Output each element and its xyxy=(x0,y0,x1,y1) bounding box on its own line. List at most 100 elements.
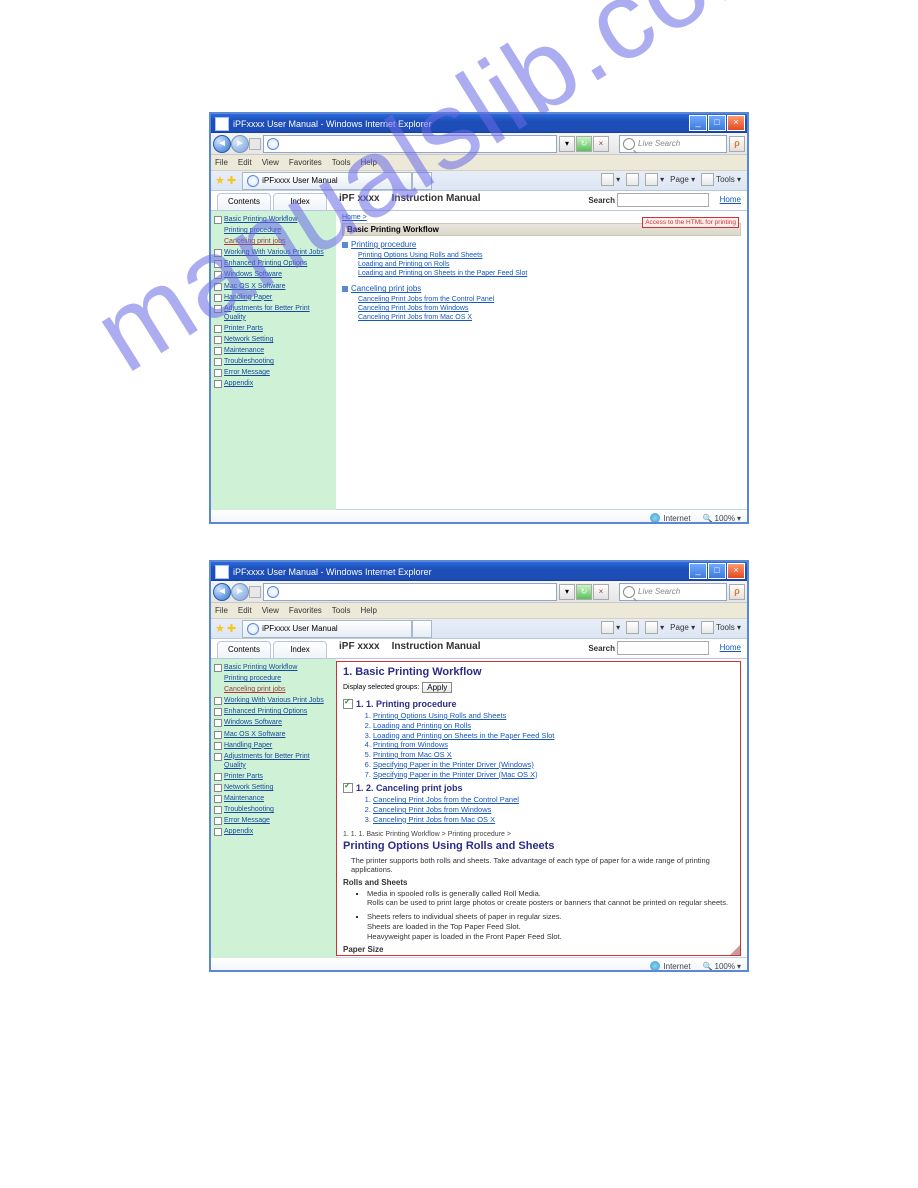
sidebar-item[interactable]: Adjustments for Better Print Quality xyxy=(214,304,333,322)
topic-link[interactable]: Specifying Paper in the Printer Driver (… xyxy=(373,760,734,770)
stop-button[interactable]: × xyxy=(593,136,609,152)
sidebar-item[interactable]: Troubleshooting xyxy=(214,357,333,366)
print-icon[interactable] xyxy=(645,173,658,186)
sidebar-item[interactable]: Maintenance xyxy=(214,794,333,803)
sidebar-item[interactable]: Canceling print jobs xyxy=(224,685,333,694)
menu-view[interactable]: View xyxy=(262,158,279,167)
topic-link[interactable]: Canceling Print Jobs from Mac OS X xyxy=(373,815,734,825)
tab-index[interactable]: Index xyxy=(273,193,327,210)
sidebar-item[interactable]: Enhanced Printing Options xyxy=(214,707,333,716)
home-link[interactable]: Home xyxy=(720,195,741,204)
topic-link[interactable]: Canceling Print Jobs from Mac OS X xyxy=(358,313,741,322)
checkbox-icon[interactable] xyxy=(343,783,353,793)
address-bar[interactable] xyxy=(263,583,557,601)
sidebar-item[interactable]: Working With Various Print Jobs xyxy=(214,696,333,705)
sidebar-item[interactable]: Error Message xyxy=(214,368,333,377)
topic-link[interactable]: Loading and Printing on Rolls xyxy=(373,721,734,731)
topic-link[interactable]: Printing from Mac OS X xyxy=(373,750,734,760)
apply-button[interactable]: Apply xyxy=(422,682,452,693)
refresh-button[interactable]: ↻ xyxy=(576,136,592,152)
sidebar-item[interactable]: Mac OS X Software xyxy=(214,282,333,291)
tab-index[interactable]: Index xyxy=(273,641,327,658)
home-icon[interactable] xyxy=(601,173,614,186)
sidebar-item[interactable]: Troubleshooting xyxy=(214,805,333,814)
topic-link[interactable]: Loading and Printing on Sheets in the Pa… xyxy=(373,731,734,741)
recent-dropdown[interactable] xyxy=(249,138,261,150)
menu-favorites[interactable]: Favorites xyxy=(289,606,322,615)
topic-link[interactable]: Canceling Print Jobs from Windows xyxy=(358,304,741,313)
feed-icon[interactable] xyxy=(626,173,639,186)
sidebar-item[interactable]: Basic Printing Workflow xyxy=(214,663,333,672)
section-link[interactable]: Canceling print jobs xyxy=(342,284,741,293)
forward-button[interactable]: ► xyxy=(231,135,249,153)
add-favorites-icon[interactable]: ✚ xyxy=(227,622,236,635)
menu-help[interactable]: Help xyxy=(360,158,376,167)
minimize-button[interactable]: _ xyxy=(689,563,707,579)
sidebar-item[interactable]: Printing procedure xyxy=(224,226,333,235)
topic-link[interactable]: Canceling Print Jobs from the Control Pa… xyxy=(358,295,741,304)
menu-favorites[interactable]: Favorites xyxy=(289,158,322,167)
close-button[interactable]: × xyxy=(727,115,745,131)
topic-link[interactable]: Printing Options Using Rolls and Sheets xyxy=(373,711,734,721)
favorites-icon[interactable]: ★ xyxy=(215,174,225,187)
recent-dropdown[interactable] xyxy=(249,586,261,598)
back-button[interactable]: ◄ xyxy=(213,135,231,153)
addr-dropdown[interactable]: ▾ xyxy=(559,584,575,600)
new-tab-button[interactable] xyxy=(412,620,432,638)
home-link[interactable]: Home xyxy=(720,643,741,652)
topic-link[interactable]: Printing from Windows xyxy=(373,740,734,750)
topic-link[interactable]: Loading and Printing on Rolls xyxy=(358,260,741,269)
sidebar-item[interactable]: Error Message xyxy=(214,816,333,825)
close-button[interactable]: × xyxy=(727,563,745,579)
topic-link[interactable]: Printing Options Using Rolls and Sheets xyxy=(358,251,741,260)
menu-tools[interactable]: Tools xyxy=(332,158,351,167)
menu-edit[interactable]: Edit xyxy=(238,606,252,615)
refresh-button[interactable]: ↻ xyxy=(576,584,592,600)
topic-link[interactable]: Loading and Printing on Sheets in the Pa… xyxy=(358,269,741,278)
favorites-icon[interactable]: ★ xyxy=(215,622,225,635)
sidebar-item[interactable]: Maintenance xyxy=(214,346,333,355)
sidebar-item[interactable]: Canceling print jobs xyxy=(224,237,333,246)
tools-menu[interactable]: Tools ▾ xyxy=(701,621,741,634)
home-icon[interactable] xyxy=(601,621,614,634)
minimize-button[interactable]: _ xyxy=(689,115,707,131)
topic-link[interactable]: Specifying Paper in the Printer Driver (… xyxy=(373,770,734,780)
sidebar-item[interactable]: Printer Parts xyxy=(214,772,333,781)
sidebar-item[interactable]: Working With Various Print Jobs xyxy=(214,248,333,257)
tab-contents[interactable]: Contents xyxy=(217,641,271,658)
menu-help[interactable]: Help xyxy=(360,606,376,615)
manual-search-input[interactable] xyxy=(617,641,709,655)
browser-search-box[interactable]: Live Search xyxy=(619,135,727,153)
new-tab-button[interactable] xyxy=(412,172,432,190)
print-icon[interactable] xyxy=(645,621,658,634)
address-bar[interactable] xyxy=(263,135,557,153)
menu-edit[interactable]: Edit xyxy=(238,158,252,167)
sidebar-item[interactable]: Adjustments for Better Print Quality xyxy=(214,752,333,770)
checkbox-icon[interactable] xyxy=(343,699,353,709)
search-provider-button[interactable]: ρ xyxy=(729,584,745,600)
maximize-button[interactable]: □ xyxy=(708,115,726,131)
menu-file[interactable]: File xyxy=(215,606,228,615)
sidebar-item[interactable]: Printer Parts xyxy=(214,324,333,333)
menu-tools[interactable]: Tools xyxy=(332,606,351,615)
sidebar-item[interactable]: Handling Paper xyxy=(214,741,333,750)
browser-search-box[interactable]: Live Search xyxy=(619,583,727,601)
section-link[interactable]: Printing procedure xyxy=(342,240,741,249)
page-menu[interactable]: Page ▾ xyxy=(670,175,695,184)
addr-dropdown[interactable]: ▾ xyxy=(559,136,575,152)
sidebar-item[interactable]: Network Setting xyxy=(214,335,333,344)
sidebar-item[interactable]: Enhanced Printing Options xyxy=(214,259,333,268)
add-favorites-icon[interactable]: ✚ xyxy=(227,174,236,187)
back-button[interactable]: ◄ xyxy=(213,583,231,601)
sidebar-item[interactable]: Windows Software xyxy=(214,270,333,279)
menu-view[interactable]: View xyxy=(262,606,279,615)
maximize-button[interactable]: □ xyxy=(708,563,726,579)
menu-file[interactable]: File xyxy=(215,158,228,167)
sidebar-item[interactable]: Printing procedure xyxy=(224,674,333,683)
forward-button[interactable]: ► xyxy=(231,583,249,601)
zoom-indicator[interactable]: 🔍 100% ▾ xyxy=(703,514,741,523)
sidebar-item[interactable]: Network Setting xyxy=(214,783,333,792)
tools-menu[interactable]: Tools ▾ xyxy=(701,173,741,186)
feed-icon[interactable] xyxy=(626,621,639,634)
manual-search-input[interactable] xyxy=(617,193,709,207)
